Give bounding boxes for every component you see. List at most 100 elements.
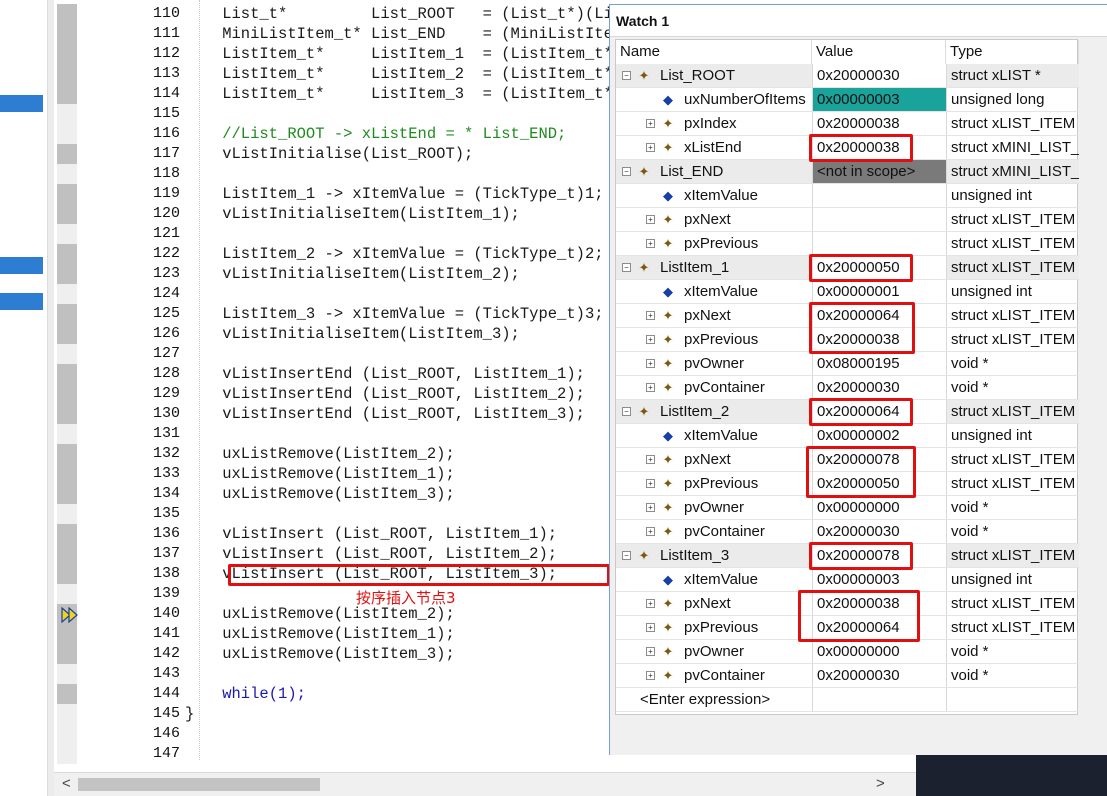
watch-row[interactable]: − ✦ List_ROOT 0x20000030 struct xLIST * — [616, 64, 1079, 88]
watch-name-cell[interactable]: + ✦ pvOwner — [616, 352, 812, 376]
collapse-toggle-icon[interactable]: − — [622, 407, 631, 416]
watch-name-cell[interactable]: ◆ uxNumberOfItems — [616, 88, 812, 112]
watch-value[interactable] — [812, 208, 946, 232]
horizontal-scrollbar[interactable]: < > — [54, 772, 916, 796]
watch-name-cell[interactable]: ◆ xItemValue — [616, 424, 812, 448]
breakpoint-gutter[interactable] — [57, 704, 77, 724]
expand-toggle-icon[interactable]: + — [646, 239, 655, 248]
breakpoint-gutter[interactable] — [57, 104, 77, 124]
watch-name-cell[interactable]: − ✦ ListItem_3 — [616, 544, 812, 568]
watch-value[interactable] — [812, 184, 946, 208]
watch-name-cell[interactable]: + ✦ pxPrevious — [616, 232, 812, 256]
expand-toggle-icon[interactable]: + — [646, 359, 655, 368]
expand-toggle-icon[interactable]: + — [646, 623, 655, 632]
watch-value[interactable]: 0x00000000 — [812, 496, 946, 520]
watch-row[interactable]: ◆ xItemValue 0x00000002 unsigned int — [616, 424, 1079, 448]
breakpoint-gutter[interactable] — [57, 564, 77, 584]
watch-value[interactable]: 0x20000030 — [812, 64, 946, 88]
breakpoint-gutter[interactable] — [57, 204, 77, 224]
watch-row[interactable]: + ✦ pvOwner 0x08000195 void * — [616, 352, 1079, 376]
watch-row[interactable]: ◆ xItemValue 0x00000003 unsigned int — [616, 568, 1079, 592]
watch-value[interactable]: 0x20000030 — [812, 664, 946, 688]
breakpoint-gutter[interactable] — [57, 304, 77, 324]
breakpoint-gutter[interactable] — [57, 584, 77, 604]
breakpoint-gutter[interactable] — [57, 284, 77, 304]
expand-toggle-icon[interactable]: + — [646, 383, 655, 392]
watch-name-cell[interactable]: + ✦ pxPrevious — [616, 616, 812, 640]
watch-row[interactable]: ◆ xItemValue 0x00000001 unsigned int — [616, 280, 1079, 304]
column-header-type[interactable]: Type — [946, 40, 1079, 64]
watch-name-cell[interactable]: ◆ xItemValue — [616, 280, 812, 304]
breakpoint-gutter[interactable] — [57, 484, 77, 504]
watch-name-cell[interactable]: + ✦ pxNext — [616, 448, 812, 472]
watch-value[interactable]: 0x08000195 — [812, 352, 946, 376]
breakpoint-gutter[interactable] — [57, 224, 77, 244]
watch-row[interactable]: + ✦ pvOwner 0x00000000 void * — [616, 640, 1079, 664]
watch-row[interactable]: <Enter expression> — [616, 688, 1079, 712]
collapse-toggle-icon[interactable]: − — [622, 551, 631, 560]
breakpoint-gutter[interactable] — [57, 684, 77, 704]
breakpoint-gutter[interactable] — [57, 164, 77, 184]
breakpoint-gutter[interactable] — [57, 544, 77, 564]
watch-name-cell[interactable]: + ✦ pvOwner — [616, 496, 812, 520]
breakpoint-gutter[interactable] — [57, 64, 77, 84]
breakpoint-gutter[interactable] — [57, 84, 77, 104]
watch-name-cell[interactable]: + ✦ xListEnd — [616, 136, 812, 160]
column-header-value[interactable]: Value — [812, 40, 946, 64]
watch-row[interactable]: + ✦ pvContainer 0x20000030 void * — [616, 376, 1079, 400]
expand-toggle-icon[interactable]: + — [646, 599, 655, 608]
breakpoint-gutter[interactable] — [57, 344, 77, 364]
watch-name-cell[interactable]: + ✦ pvContainer — [616, 376, 812, 400]
breakpoint-gutter[interactable] — [57, 324, 77, 344]
watch-window-title[interactable]: Watch 1 — [610, 5, 1107, 37]
expand-toggle-icon[interactable]: + — [646, 335, 655, 344]
watch-value[interactable]: 0x20000030 — [812, 376, 946, 400]
watch-name-cell[interactable]: − ✦ ListItem_1 — [616, 256, 812, 280]
expand-toggle-icon[interactable]: + — [646, 119, 655, 128]
breakpoint-gutter[interactable] — [57, 424, 77, 444]
breakpoint-gutter[interactable] — [57, 4, 77, 24]
watch-name-cell[interactable]: ◆ xItemValue — [616, 568, 812, 592]
watch-row[interactable]: + ✦ pxIndex 0x20000038 struct xLIST_ITEM * — [616, 112, 1079, 136]
watch-row[interactable]: + ✦ pxNext struct xLIST_ITEM * — [616, 208, 1079, 232]
watch-row[interactable]: + ✦ pxPrevious struct xLIST_ITEM * — [616, 232, 1079, 256]
breakpoint-gutter[interactable] — [57, 744, 77, 764]
breakpoint-gutter[interactable] — [57, 144, 77, 164]
watch-name-cell[interactable]: <Enter expression> — [616, 688, 812, 712]
expand-toggle-icon[interactable]: + — [646, 455, 655, 464]
collapse-toggle-icon[interactable]: − — [622, 71, 631, 80]
watch-name-cell[interactable]: + ✦ pxPrevious — [616, 472, 812, 496]
watch-value[interactable] — [812, 688, 946, 712]
breakpoint-gutter[interactable] — [57, 44, 77, 64]
breakpoint-gutter[interactable] — [57, 384, 77, 404]
watch-name-cell[interactable]: + ✦ pvContainer — [616, 664, 812, 688]
watch-value[interactable]: 0x00000002 — [812, 424, 946, 448]
breakpoint-gutter[interactable] — [57, 644, 77, 664]
breakpoint-gutter[interactable] — [57, 364, 77, 384]
watch-name-cell[interactable]: − ✦ List_ROOT — [616, 64, 812, 88]
breakpoint-gutter[interactable] — [57, 624, 77, 644]
watch-name-cell[interactable]: + ✦ pxNext — [616, 208, 812, 232]
watch-row[interactable]: ◆ xItemValue unsigned int — [616, 184, 1079, 208]
watch-name-cell[interactable]: + ✦ pxIndex — [616, 112, 812, 136]
breakpoint-gutter[interactable] — [57, 124, 77, 144]
expand-toggle-icon[interactable]: + — [646, 479, 655, 488]
column-header-name[interactable]: Name — [616, 40, 812, 64]
scroll-left-arrow[interactable]: < — [62, 775, 71, 793]
breakpoint-gutter[interactable] — [57, 604, 78, 624]
watch-value[interactable]: 0x20000038 — [812, 112, 946, 136]
scroll-thumb[interactable] — [78, 778, 320, 791]
scroll-right-arrow[interactable]: > — [876, 775, 885, 793]
expand-toggle-icon[interactable]: + — [646, 503, 655, 512]
breakpoint-gutter[interactable] — [57, 464, 77, 484]
breakpoint-gutter[interactable] — [57, 724, 77, 744]
watch-name-cell[interactable]: − ✦ ListItem_2 — [616, 400, 812, 424]
watch-row[interactable]: ◆ uxNumberOfItems 0x00000003 unsigned long — [616, 88, 1079, 112]
watch-name-cell[interactable]: + ✦ pxPrevious — [616, 328, 812, 352]
watch-value[interactable] — [812, 232, 946, 256]
watch-name-cell[interactable]: + ✦ pvOwner — [616, 640, 812, 664]
watch-name-cell[interactable]: + ✦ pxNext — [616, 304, 812, 328]
breakpoint-gutter[interactable] — [57, 524, 77, 544]
watch-name-cell[interactable]: + ✦ pvContainer — [616, 520, 812, 544]
breakpoint-gutter[interactable] — [57, 404, 77, 424]
